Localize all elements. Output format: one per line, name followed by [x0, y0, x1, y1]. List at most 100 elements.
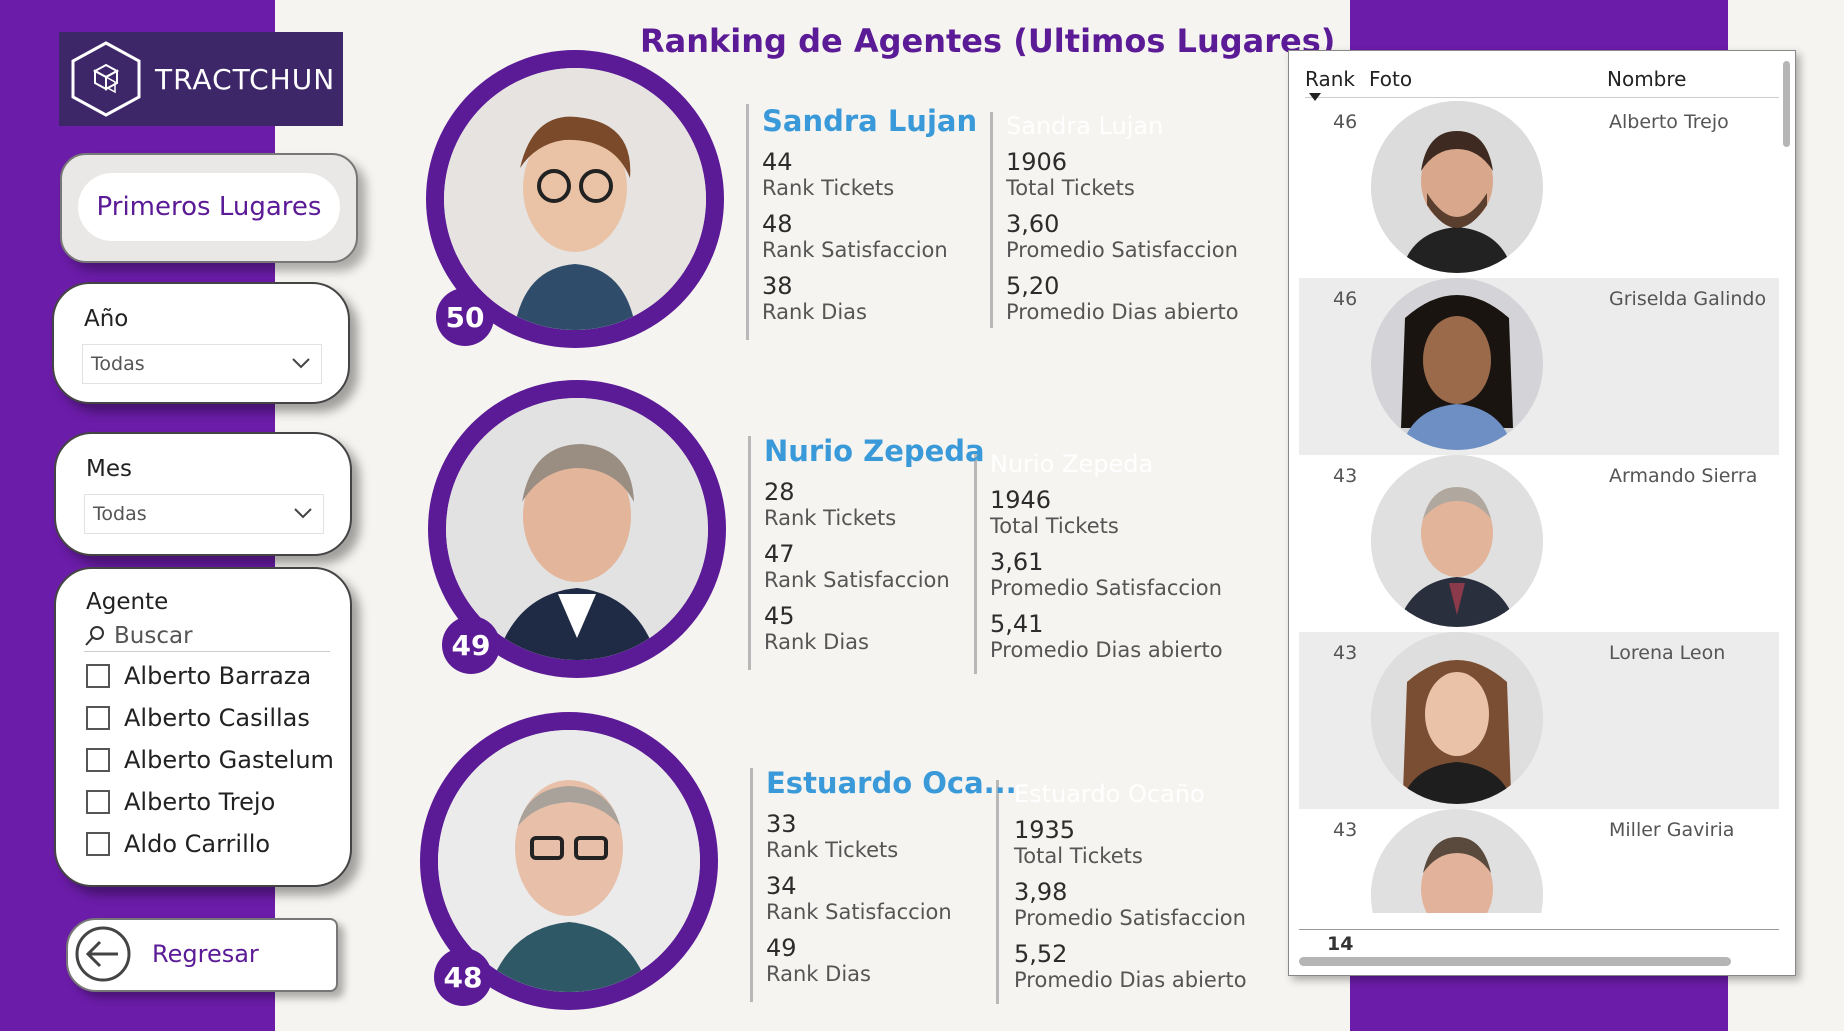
search-icon — [85, 626, 104, 646]
agent-photo — [444, 68, 706, 330]
chevron-down-icon — [294, 508, 312, 519]
agent-option-label: Alberto Gastelum — [124, 746, 334, 774]
checkbox[interactable] — [86, 706, 110, 730]
row-rank: 43 — [1333, 465, 1358, 487]
month-dropdown[interactable]: Todas — [84, 494, 324, 534]
regresar-label: Regresar — [152, 940, 259, 968]
prom-dias-value: 5,52 — [1014, 940, 1068, 968]
row-name: Miller Gaviria — [1609, 819, 1735, 841]
agent-slicer: Agente Buscar Alberto Barraza Alberto Ca… — [54, 567, 352, 887]
column-header-rank[interactable]: Rank — [1305, 67, 1355, 91]
table-total-divider — [1299, 929, 1779, 930]
year-dropdown-value: Todas — [91, 353, 145, 375]
table-row[interactable]: 43 Armando Sierra — [1299, 455, 1779, 632]
agent-option[interactable]: Alberto Barraza — [86, 655, 334, 697]
row-photo — [1371, 632, 1543, 804]
agent-ranks: Estuardo Oca... 33 Rank Tickets 34 Rank … — [766, 766, 1017, 986]
table-header: Rank Foto Nombre — [1305, 59, 1779, 101]
prom-dias-label: Promedio Dias abierto — [1014, 968, 1247, 992]
row-photo — [1371, 278, 1543, 450]
row-name: Griselda Galindo — [1609, 288, 1767, 310]
row-photo — [1371, 101, 1543, 273]
total-tickets-value: 1906 — [1006, 148, 1068, 176]
table-row[interactable]: 46 Alberto Trejo — [1299, 101, 1779, 278]
person-photo-icon — [1371, 101, 1543, 273]
rank-satisfaccion-label: Rank Satisfaccion — [764, 568, 950, 592]
month-slicer-title: Mes — [86, 456, 132, 482]
person-photo-icon — [444, 68, 706, 330]
checkbox[interactable] — [86, 790, 110, 814]
total-tickets-label: Total Tickets — [1014, 844, 1143, 868]
horizontal-scrollbar[interactable] — [1299, 957, 1731, 966]
agent-name-faded: Nurio Zepeda — [990, 450, 1154, 478]
row-name: Armando Sierra — [1609, 465, 1758, 487]
year-slicer-title: Año — [84, 306, 129, 332]
checkbox[interactable] — [86, 748, 110, 772]
agent-option-label: Alberto Barraza — [124, 662, 312, 690]
agent-name-faded: Sandra Lujan — [1006, 112, 1164, 140]
column-header-nombre[interactable]: Nombre — [1607, 67, 1686, 91]
agent-option[interactable]: Aldo Carrillo — [86, 823, 334, 865]
rank-tickets-label: Rank Tickets — [766, 838, 899, 862]
brand-name: TRACTCHUN — [155, 62, 336, 96]
divider — [750, 768, 753, 1002]
agent-stats: Nurio Zepeda 1946 Total Tickets 3,61 Pro… — [990, 450, 1223, 662]
page-title: Ranking de Agentes (Ultimos Lugares) — [640, 22, 1336, 60]
person-photo-icon — [1371, 809, 1543, 913]
prom-satisfaccion-value: 3,60 — [1006, 210, 1060, 238]
agent-ranks: Nurio Zepeda 28 Rank Tickets 47 Rank Sat… — [764, 434, 985, 654]
rank-tickets-label: Rank Tickets — [762, 176, 895, 200]
row-name: Lorena Leon — [1609, 642, 1726, 664]
rank-satisfaccion-label: Rank Satisfaccion — [766, 900, 952, 924]
regresar-button[interactable]: Regresar — [66, 918, 338, 992]
prom-satisfaccion-value: 3,61 — [990, 548, 1044, 576]
year-dropdown[interactable]: Todas — [82, 344, 322, 384]
row-rank: 43 — [1333, 642, 1358, 664]
month-dropdown-value: Todas — [93, 503, 147, 525]
person-photo-icon — [1371, 632, 1543, 804]
position-badge: 50 — [436, 288, 494, 346]
checkbox[interactable] — [86, 832, 110, 856]
sort-descending-icon — [1309, 93, 1321, 101]
prom-dias-value: 5,20 — [1006, 272, 1060, 300]
agent-option[interactable]: Alberto Gastelum — [86, 739, 334, 781]
divider — [990, 112, 993, 328]
row-photo — [1371, 809, 1543, 913]
primeros-lugares-label: Primeros Lugares — [78, 173, 340, 241]
position-badge: 48 — [434, 948, 492, 1006]
table-row[interactable]: 46 Griselda Galindo — [1299, 278, 1779, 455]
agent-option[interactable]: Alberto Casillas — [86, 697, 334, 739]
rank-tickets-value: 44 — [762, 148, 793, 176]
rank-dias-value: 45 — [764, 602, 795, 630]
table-row[interactable]: 43 Lorena Leon — [1299, 632, 1779, 809]
checkbox[interactable] — [86, 664, 110, 688]
agent-name-faded: Estuardo Ocaño — [1014, 780, 1205, 808]
agent-search-box[interactable]: Buscar — [84, 621, 330, 652]
table-row[interactable]: 43 Miller Gaviria — [1299, 809, 1779, 913]
agent-option-label: Aldo Carrillo — [124, 830, 271, 858]
column-header-foto[interactable]: Foto — [1369, 67, 1412, 91]
total-tickets-label: Total Tickets — [1006, 176, 1135, 200]
agent-name: Nurio Zepeda — [764, 434, 985, 468]
row-rank: 43 — [1333, 819, 1358, 841]
prom-satisfaccion-value: 3,98 — [1014, 878, 1068, 906]
total-tickets-label: Total Tickets — [990, 514, 1119, 538]
agent-name: Estuardo Oca... — [766, 766, 1017, 800]
rank-tickets-value: 33 — [766, 810, 797, 838]
rank-dias-label: Rank Dias — [766, 962, 871, 986]
person-photo-icon — [1371, 278, 1543, 450]
prom-dias-value: 5,41 — [990, 610, 1044, 638]
cube-logo-icon — [71, 41, 141, 117]
rank-satisfaccion-label: Rank Satisfaccion — [762, 238, 948, 262]
vertical-scrollbar[interactable] — [1783, 61, 1790, 147]
prom-satisfaccion-label: Promedio Satisfaccion — [1014, 906, 1246, 930]
agent-search-placeholder: Buscar — [114, 623, 193, 649]
agent-option[interactable]: Alberto Trejo — [86, 781, 334, 823]
prom-satisfaccion-label: Promedio Satisfaccion — [990, 576, 1222, 600]
primeros-lugares-button[interactable]: Primeros Lugares — [60, 153, 358, 263]
brand-logo: TRACTCHUN — [59, 32, 343, 126]
agent-ranks: Sandra Lujan 44 Rank Tickets 48 Rank Sat… — [762, 104, 977, 324]
month-slicer: Mes Todas — [54, 432, 352, 556]
rank-satisfaccion-value: 47 — [764, 540, 795, 568]
rank-dias-value: 49 — [766, 934, 797, 962]
